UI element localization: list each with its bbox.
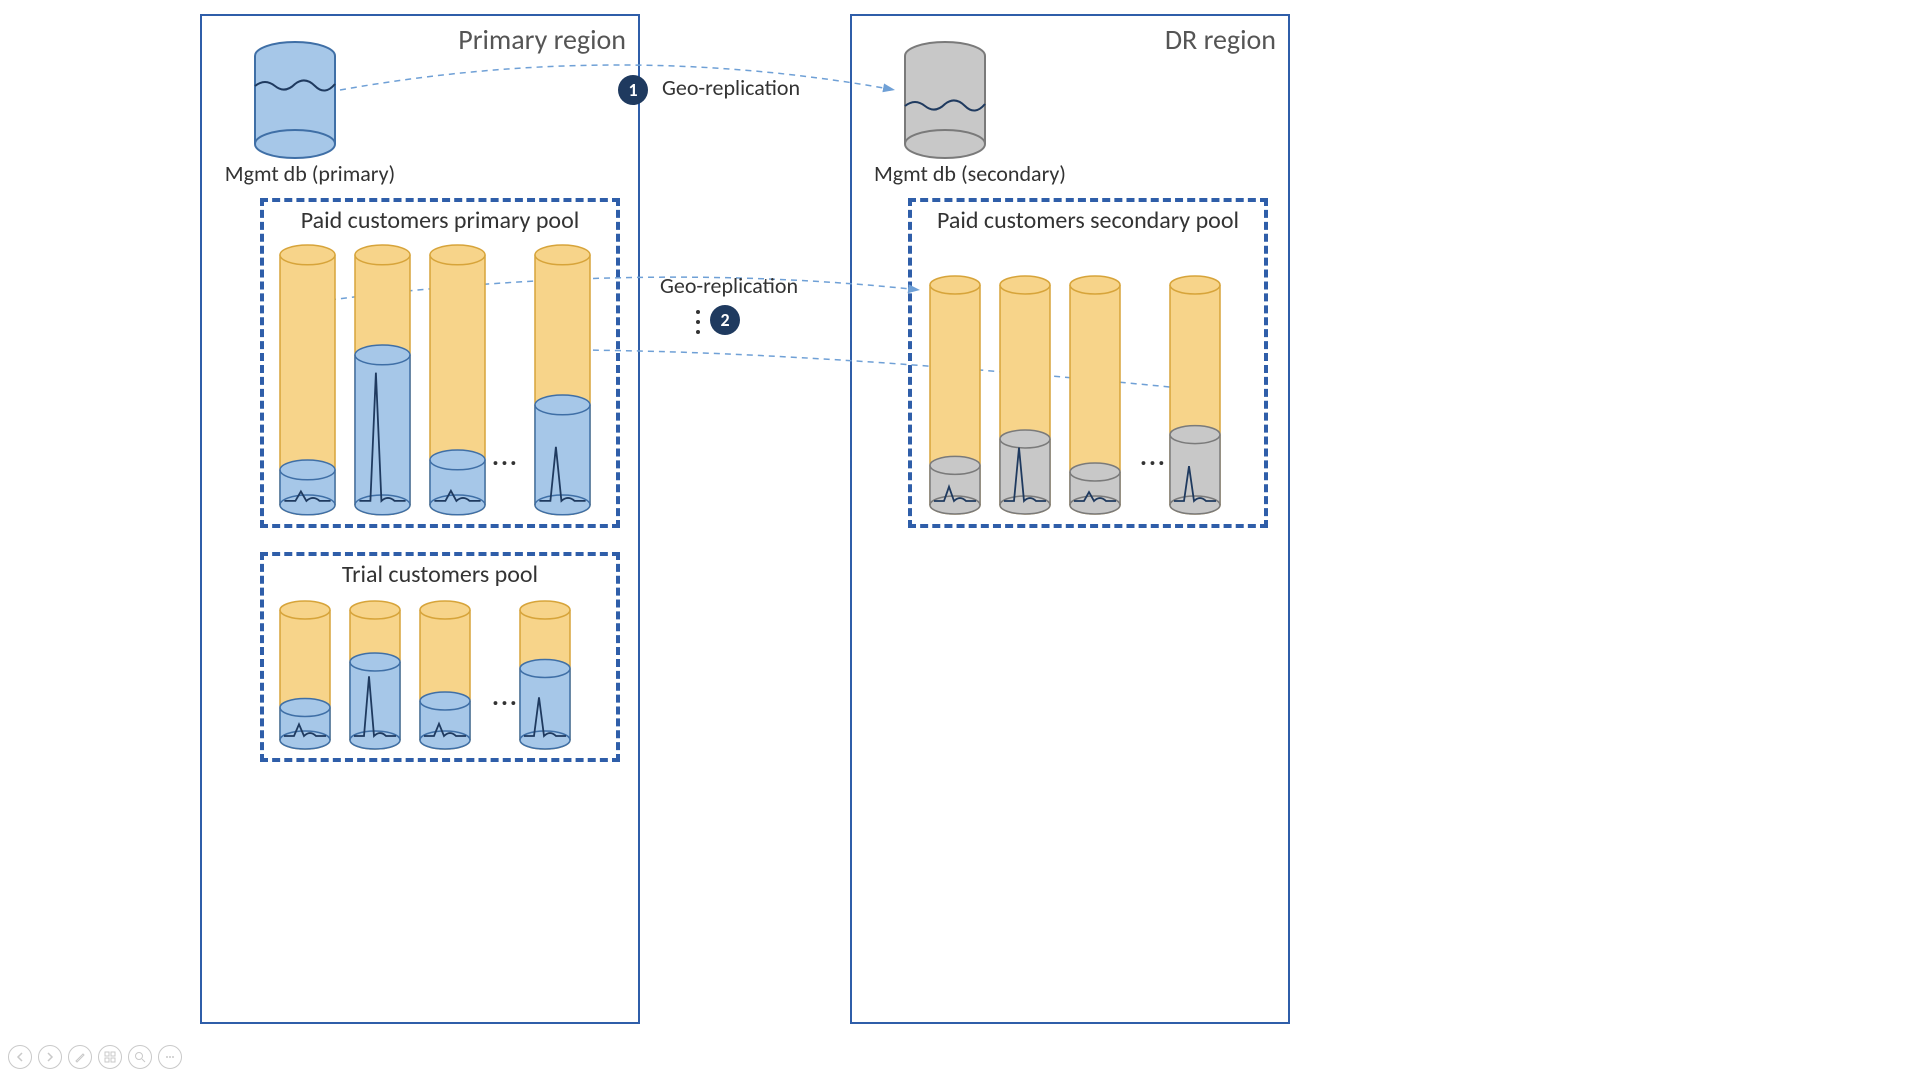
pool-tube (348, 599, 402, 751)
pool-tube (418, 599, 472, 751)
more-options-button[interactable] (158, 1045, 182, 1069)
pool-tube (533, 243, 592, 517)
pool-tube (998, 274, 1052, 516)
pool-tube (278, 243, 337, 517)
primary-trial-ellipsis: ... (492, 680, 519, 712)
pool-tube (278, 599, 332, 751)
prev-slide-button[interactable] (8, 1045, 32, 1069)
trial-customers-pool-title: Trial customers pool (264, 560, 616, 589)
badge-2: 2 (710, 305, 740, 335)
pool-tube (353, 243, 412, 517)
presenter-controls (8, 1045, 182, 1069)
next-slide-button[interactable] (38, 1045, 62, 1069)
pool-tube (428, 243, 487, 517)
see-all-slides-button[interactable] (98, 1045, 122, 1069)
badge-2-text: 2 (720, 309, 729, 331)
geo-replication-arrow-pool (0, 0, 1917, 1077)
zoom-button[interactable] (128, 1045, 152, 1069)
pool-tube (518, 599, 572, 751)
diagram-canvas: Primary region DR region Mgmt db (primar… (0, 0, 1917, 1077)
pool-tube (928, 274, 982, 516)
pen-button[interactable] (68, 1045, 92, 1069)
geo-replication-label-2: Geo-replication (660, 272, 798, 299)
pool-tube (1068, 274, 1122, 516)
pool-tube (1168, 274, 1222, 516)
